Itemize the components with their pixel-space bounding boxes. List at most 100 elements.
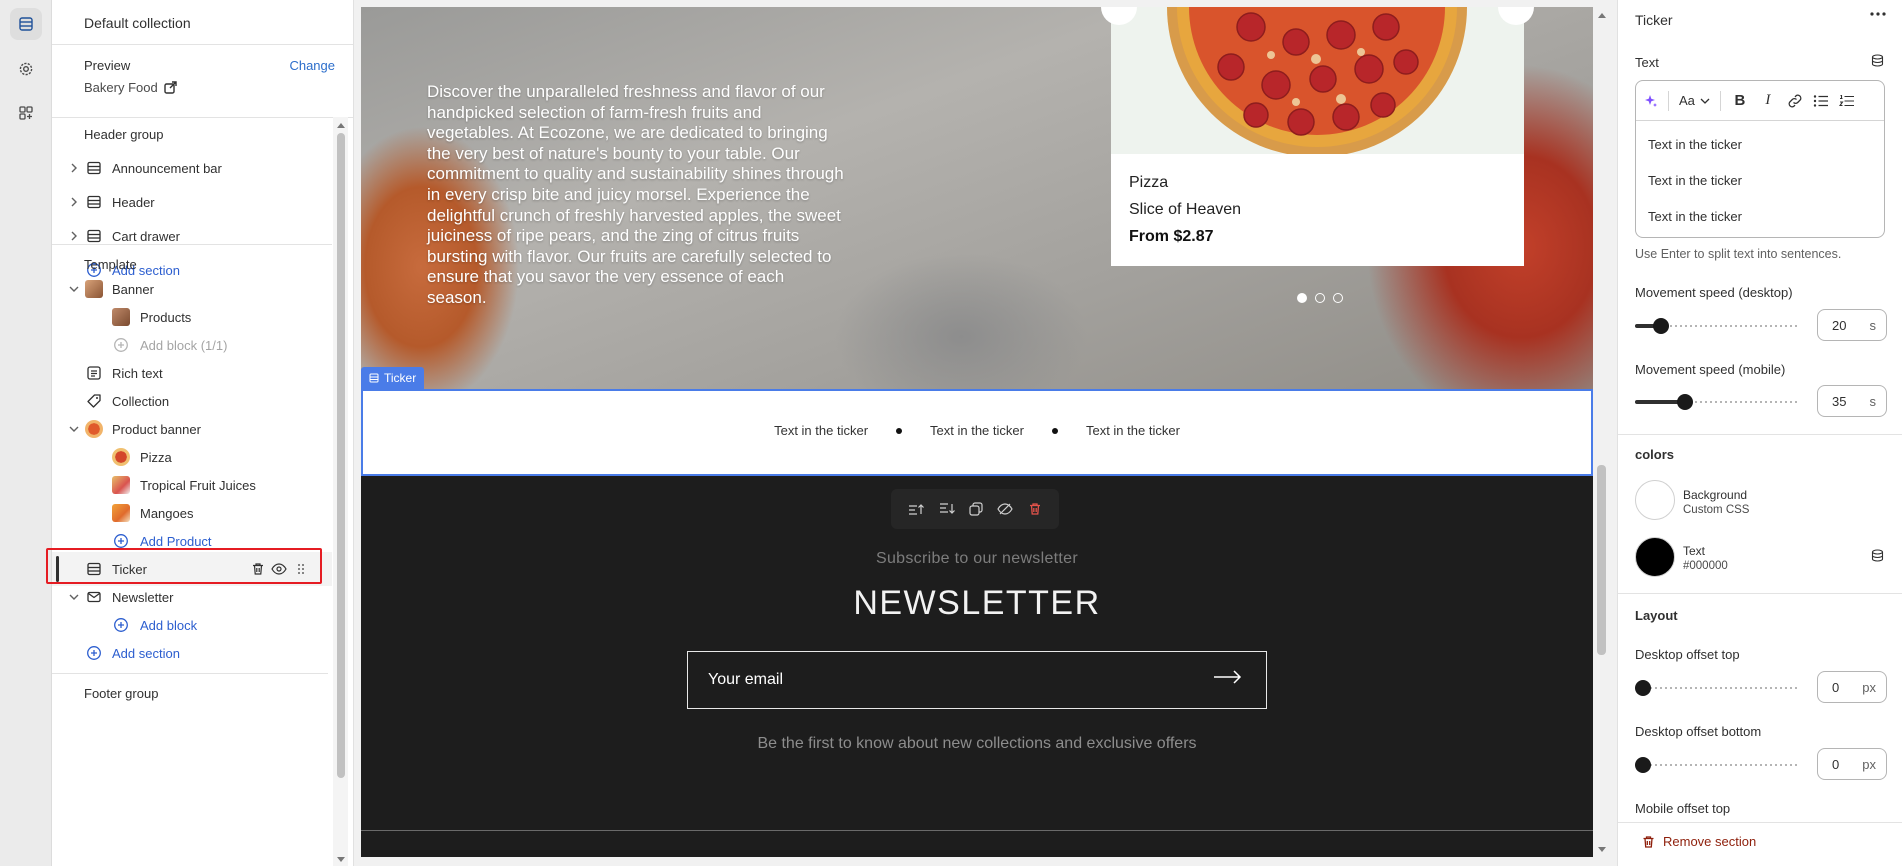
group-title: Footer group <box>84 685 159 701</box>
add-section-button[interactable]: Add section <box>52 636 332 670</box>
offset-top-slider[interactable] <box>1635 680 1800 696</box>
tag-icon <box>85 392 103 410</box>
delete-trash-icon[interactable] <box>1028 502 1042 516</box>
email-placeholder: Your email <box>708 671 784 688</box>
sidebar-item-label: Tropical Fruit Juices <box>140 477 256 493</box>
sidebar-item-label: Newsletter <box>112 589 174 605</box>
more-options-icon[interactable] <box>1870 12 1886 16</box>
sidebar-item-label: Rich text <box>112 365 163 381</box>
speed-mobile-input[interactable]: 35 s <box>1817 385 1887 417</box>
numbered-list-icon[interactable] <box>1838 94 1855 108</box>
rich-text-icon <box>85 364 103 382</box>
remove-section-button[interactable]: Remove section <box>1642 834 1756 849</box>
product-subtitle: Slice of Heaven <box>1129 201 1242 218</box>
text-label: Text <box>1635 55 1659 70</box>
link-icon[interactable] <box>1787 94 1803 108</box>
settings-gear-icon[interactable] <box>10 53 42 85</box>
bullet-list-icon[interactable] <box>1813 94 1829 108</box>
sections-icon[interactable] <box>10 8 42 40</box>
section-tag: Ticker <box>361 367 425 389</box>
carousel-dot[interactable] <box>1333 293 1343 303</box>
scroll-up-icon[interactable] <box>337 122 345 128</box>
duplicate-icon[interactable] <box>969 502 983 516</box>
bold-icon[interactable]: B <box>1731 92 1749 109</box>
slider-knob[interactable] <box>1635 757 1651 773</box>
ticker-item: Text in the ticker <box>930 423 1024 438</box>
sidebar-item-label: Banner <box>112 281 154 297</box>
dynamic-source-icon[interactable] <box>1871 549 1884 562</box>
add-product-label: Add Product <box>140 533 212 549</box>
slider-knob[interactable] <box>1635 680 1651 696</box>
plus-circle-icon <box>112 336 130 354</box>
section-tree-body: Template Banner Products Add block (1/1)… <box>46 0 332 866</box>
product-card[interactable]: Pizza Slice of Heaven From $2.87 <box>1111 7 1524 266</box>
scroll-down-icon[interactable] <box>1598 847 1606 853</box>
background-color-name: Background <box>1683 488 1748 502</box>
slider-knob[interactable] <box>1653 318 1670 334</box>
product-name: Pizza <box>1129 174 1169 191</box>
offset-bottom-input[interactable]: 0 px <box>1817 748 1887 780</box>
ticker-items: Text in the ticker Text in the ticker Te… <box>363 423 1591 438</box>
scroll-down-icon[interactable] <box>337 857 345 863</box>
background-color-value: Custom CSS <box>1683 504 1750 516</box>
sidebar-item-label: Pizza <box>140 449 172 465</box>
ticker-item: Text in the ticker <box>774 423 869 438</box>
canvas-scrollbar-thumb[interactable] <box>1597 465 1606 655</box>
move-down-icon[interactable] <box>939 502 955 516</box>
move-up-icon[interactable] <box>908 502 925 516</box>
product-price: From $2.87 <box>1129 228 1214 245</box>
sidebar-item-label: Product banner <box>112 421 201 437</box>
add-section-label: Add section <box>112 645 180 661</box>
group-title: Template <box>84 256 137 272</box>
speed-desktop-input[interactable]: 20 s <box>1817 309 1887 341</box>
chevron-down-icon[interactable] <box>68 591 80 603</box>
ticker-item: Text in the ticker <box>1085 423 1180 438</box>
scroll-up-icon[interactable] <box>1598 12 1606 18</box>
plus-circle-icon <box>112 616 130 634</box>
add-block-label: Add block <box>140 617 198 633</box>
speed-mobile-slider[interactable] <box>1635 394 1800 410</box>
divider <box>1618 593 1902 594</box>
divider <box>1618 434 1902 435</box>
italic-icon[interactable]: I <box>1759 92 1777 109</box>
ai-sparkle-icon[interactable] <box>1644 94 1658 108</box>
pizza-image <box>1111 7 1524 154</box>
background-color-swatch[interactable] <box>1635 480 1675 520</box>
carousel-dot[interactable] <box>1315 293 1325 303</box>
canvas-scrollbar-track[interactable] <box>1594 0 1610 866</box>
divider <box>361 830 1593 831</box>
rich-text-editor[interactable]: Aa B I Text in the ticker Text in the ti… <box>1635 80 1885 238</box>
editor-text-line: Text in the ticker <box>1648 209 1742 224</box>
number-value: 20 <box>1832 318 1847 333</box>
juice-thumbnail-icon <box>112 476 130 494</box>
ticker-section[interactable]: Text in the ticker Text in the ticker Te… <box>361 389 1593 476</box>
chevron-down-icon[interactable] <box>68 283 80 295</box>
pizza-thumbnail-icon <box>112 448 130 466</box>
newsletter-section[interactable]: Subscribe to our newsletter NEWSLETTER Y… <box>361 476 1593 857</box>
remove-section-label: Remove section <box>1663 834 1757 849</box>
section-toolbar <box>891 489 1059 529</box>
slider-knob[interactable] <box>1676 394 1693 410</box>
banner-section[interactable]: Discover the unparalleled freshness and … <box>361 7 1593 390</box>
apps-icon[interactable] <box>10 97 42 129</box>
offset-bottom-slider[interactable] <box>1635 757 1800 773</box>
sidebar-scrollbar-thumb[interactable] <box>337 133 345 778</box>
sidebar-item-label: Mangoes <box>140 505 194 521</box>
speed-desktop-slider[interactable] <box>1635 318 1800 334</box>
mango-thumbnail-icon <box>112 504 130 522</box>
newsletter-subtitle: Subscribe to our newsletter <box>876 550 1078 567</box>
product-banner-thumbnail-icon <box>85 420 103 438</box>
chevron-down-icon[interactable] <box>68 423 80 435</box>
font-size-dropdown[interactable]: Aa <box>1679 93 1710 108</box>
dynamic-source-icon[interactable] <box>1871 54 1884 67</box>
email-input[interactable]: Your email <box>687 651 1267 709</box>
layout-heading: Layout <box>1635 608 1678 623</box>
ticker-separator <box>1051 427 1058 434</box>
hide-eye-icon[interactable] <box>997 502 1014 516</box>
text-color-swatch[interactable] <box>1635 537 1675 577</box>
offset-top-input[interactable]: 0 px <box>1817 671 1887 703</box>
toolbar-divider <box>1668 90 1669 111</box>
arrow-right-icon[interactable] <box>1214 670 1242 684</box>
preview-canvas: Discover the unparalleled freshness and … <box>361 7 1593 857</box>
carousel-dot[interactable] <box>1297 293 1307 303</box>
